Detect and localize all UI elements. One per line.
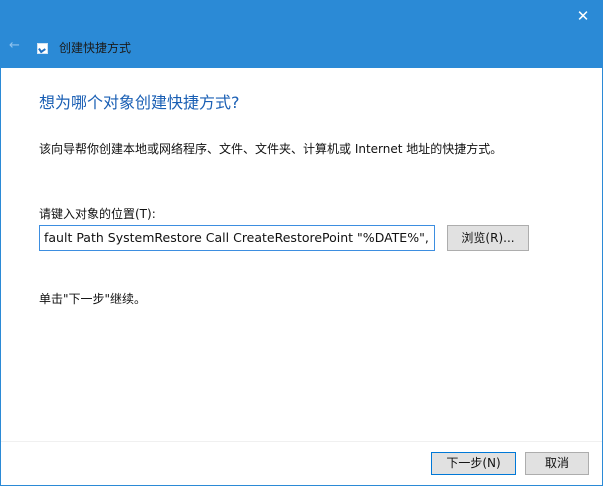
page-heading: 想为哪个对象创建快捷方式?	[39, 93, 240, 112]
wizard-description: 该向导帮你创建本地或网络程序、文件、文件夹、计算机或 Internet 地址的快…	[39, 142, 503, 156]
title-bar: ✕ ← 创建快捷方式	[1, 1, 602, 68]
wizard-title: 创建快捷方式	[59, 41, 132, 55]
continue-hint: 单击"下一步"继续。	[39, 292, 147, 306]
browse-button[interactable]: 浏览(R)...	[447, 225, 529, 251]
footer-divider	[1, 441, 602, 442]
next-button[interactable]: 下一步(N)	[431, 452, 516, 475]
close-icon[interactable]: ✕	[574, 7, 592, 25]
location-input[interactable]: fault Path SystemRestore Call CreateRest…	[39, 225, 435, 251]
cancel-button[interactable]: 取消	[525, 452, 589, 475]
create-shortcut-window: ✕ ← 创建快捷方式 想为哪个对象创建快捷方式? 该向导帮你创建本地或网络程序、…	[0, 0, 603, 486]
location-label: 请键入对象的位置(T):	[39, 207, 156, 221]
location-input-value: fault Path SystemRestore Call CreateRest…	[44, 230, 435, 245]
shortcut-wizard-icon	[37, 43, 48, 54]
back-arrow-icon[interactable]: ←	[9, 39, 23, 53]
